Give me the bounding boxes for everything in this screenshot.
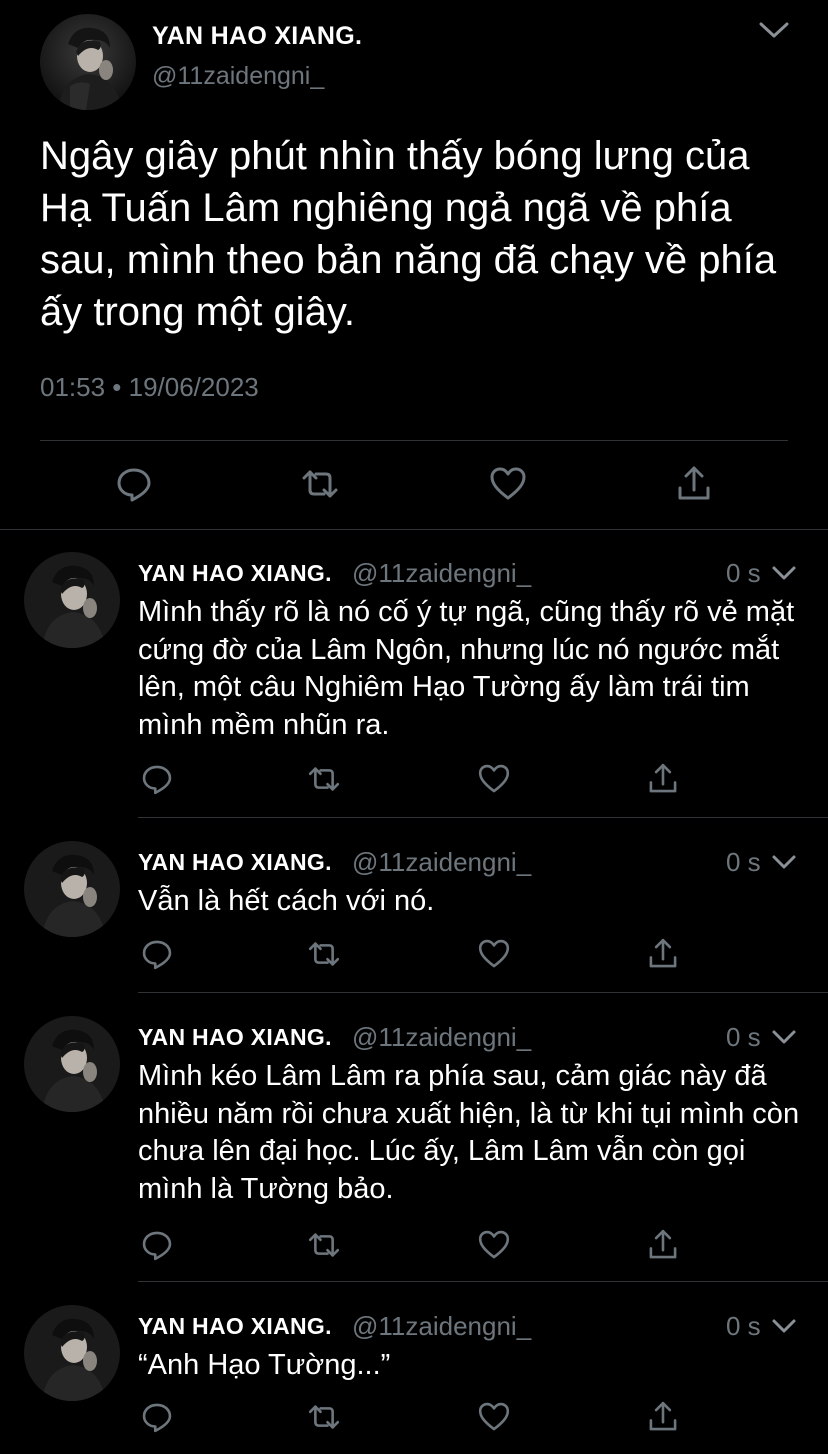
author-avatar[interactable] [24,552,120,648]
author-avatar[interactable] [24,1305,120,1401]
tweet-time: 0 s [726,1022,761,1052]
tweet-text: Mình kéo Lâm Lâm ra phía sau, cảm giác n… [138,1060,800,1205]
author-handle[interactable]: @11zaidengni_ [352,1311,531,1342]
avatar-photo-icon [24,1016,120,1112]
share-icon[interactable] [644,1226,682,1264]
tweet-actions [0,1226,828,1266]
like-icon[interactable] [475,1398,513,1436]
avatar-photo-icon [24,552,120,648]
author-handle[interactable]: @11zaidengni_ [352,558,531,589]
like-icon[interactable] [475,1226,513,1264]
reply-icon[interactable] [112,462,156,506]
tweet-actions [0,935,828,975]
author-avatar[interactable] [40,14,136,110]
retweet-icon[interactable] [298,462,342,506]
chevron-down-icon[interactable] [770,851,798,873]
tweet-time: 0 s [726,847,761,877]
retweet-icon[interactable] [305,760,343,798]
share-icon[interactable] [672,462,716,506]
avatar-photo-icon [24,841,120,937]
tweet-time: 0 s [726,1311,761,1341]
tweet-actions [0,760,828,800]
author-handle[interactable]: @11zaidengni_ [152,62,324,91]
author-name[interactable]: YAN HAO XIANG. [138,1024,332,1051]
tweet-timestamp[interactable]: 01:53 • 19/06/2023 [40,372,259,403]
author-avatar[interactable] [24,1016,120,1112]
chevron-down-icon[interactable] [770,1026,798,1048]
reply-tweet[interactable]: YAN HAO XIANG. @11zaidengni_ 0 s Mình th… [0,530,828,818]
reply-tweet[interactable]: YAN HAO XIANG. @11zaidengni_ 0 s “Anh Hạ… [0,1283,828,1454]
reply-icon[interactable] [138,935,176,973]
divider [138,817,828,818]
divider [138,1281,828,1282]
like-icon[interactable] [475,935,513,973]
tweet-actions [0,1398,828,1438]
like-icon[interactable] [486,462,530,506]
chevron-down-icon[interactable] [756,16,792,44]
share-icon[interactable] [644,935,682,973]
author-name[interactable]: YAN HAO XIANG. [138,560,332,587]
author-handle[interactable]: @11zaidengni_ [352,847,531,878]
share-icon[interactable] [644,1398,682,1436]
divider [138,992,828,993]
author-name[interactable]: YAN HAO XIANG. [138,849,332,876]
author-avatar[interactable] [24,841,120,937]
tweet-text: Vẫn là hết cách với nó. [138,885,435,917]
tweet-text: Mình thấy rõ là nó cố ý tự ngã, cũng thấ… [138,596,795,741]
chevron-down-icon[interactable] [770,562,798,584]
divider [40,440,788,441]
author-name[interactable]: YAN HAO XIANG. [138,1313,332,1340]
tweet-actions [0,462,828,510]
tweet-thread-page: YAN HAO XIANG. @11zaidengni_ Ngây giây p… [0,0,828,1454]
reply-icon[interactable] [138,760,176,798]
tweet-text: Ngây giây phút nhìn thấy bóng lưng của H… [40,134,777,334]
avatar-photo-icon [40,14,136,110]
reply-tweet[interactable]: YAN HAO XIANG. @11zaidengni_ 0 s Mình ké… [0,994,828,1282]
share-icon[interactable] [644,760,682,798]
tweet-text: “Anh Hạo Tường...” [138,1349,391,1381]
author-name[interactable]: YAN HAO XIANG. [152,22,362,51]
avatar-photo-icon [24,1305,120,1401]
tweet-time: 0 s [726,558,761,588]
retweet-icon[interactable] [305,1226,343,1264]
retweet-icon[interactable] [305,935,343,973]
reply-tweet[interactable]: YAN HAO XIANG. @11zaidengni_ 0 s Vẫn là … [0,819,828,993]
chevron-down-icon[interactable] [770,1315,798,1337]
author-handle[interactable]: @11zaidengni_ [352,1022,531,1053]
reply-icon[interactable] [138,1398,176,1436]
main-tweet: YAN HAO XIANG. @11zaidengni_ Ngây giây p… [0,0,828,530]
retweet-icon[interactable] [305,1398,343,1436]
like-icon[interactable] [475,760,513,798]
reply-icon[interactable] [138,1226,176,1264]
